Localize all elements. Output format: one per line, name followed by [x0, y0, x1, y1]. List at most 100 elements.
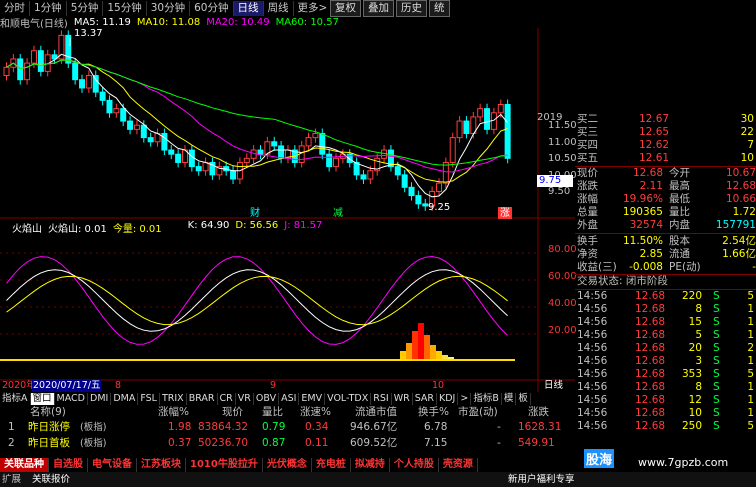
- indicator-tab-21[interactable]: 板: [516, 392, 531, 405]
- tab-7[interactable]: 周线: [264, 1, 294, 16]
- indicator-tab-12[interactable]: EMV: [299, 392, 326, 405]
- tick-time: 14:56: [577, 355, 608, 367]
- category-tab-4[interactable]: 1010牛股拉升: [186, 458, 263, 472]
- category-tab-5[interactable]: 光伏概念: [262, 458, 312, 472]
- tick-volume: 3: [695, 355, 702, 367]
- col-hs[interactable]: 换手%: [418, 405, 449, 419]
- indicator-tab-10[interactable]: OBV: [254, 392, 280, 405]
- indicator-tab-18[interactable]: >: [458, 392, 472, 405]
- indicator-tab-1[interactable]: 窗口: [30, 392, 55, 405]
- category-tab-0[interactable]: 关联品种: [0, 458, 49, 472]
- col-ltsz[interactable]: 流通市值: [355, 405, 397, 419]
- indicator-tab-8[interactable]: CR: [218, 392, 236, 405]
- list-row[interactable]: 1 昨日涨停 (板指) 1.98 83864.32 0.79 0.34 946.67亿 6.78…: [0, 420, 575, 435]
- tick-volume: 10: [688, 407, 702, 419]
- tick-time: 14:56: [577, 329, 608, 341]
- col-xj[interactable]: 现价: [222, 405, 243, 419]
- indicator-j: J: 81.57: [284, 220, 323, 231]
- indicator-tab-9[interactable]: VR: [236, 392, 254, 405]
- tick-row: 14:56 12.68 15 S 1: [575, 316, 756, 329]
- kdj-d-line: [6, 275, 508, 326]
- flame-baseline: [0, 359, 515, 361]
- tick-side: S: [713, 316, 720, 328]
- candle: [333, 157, 340, 168]
- quote-label: 内盘: [669, 219, 690, 231]
- indicator-tab-14[interactable]: RSI: [371, 392, 392, 405]
- category-tab-2[interactable]: 电气设备: [88, 458, 137, 472]
- flame-bar: [412, 331, 418, 361]
- tab-6[interactable]: 日线: [233, 1, 264, 16]
- indicator-tab-16[interactable]: SAR: [413, 392, 437, 405]
- cell-zs: 0.11: [305, 437, 329, 449]
- candle: [147, 137, 154, 143]
- category-tab-1[interactable]: 自选股: [49, 458, 88, 472]
- indicator-k: K: 64.90: [187, 220, 230, 231]
- indicator-tab-3[interactable]: DMI: [88, 392, 112, 405]
- tab-2[interactable]: 5分钟: [67, 1, 104, 16]
- col-syl[interactable]: 市盈(动): [458, 405, 498, 419]
- candle: [133, 124, 140, 130]
- tick-volume: 15: [688, 316, 702, 328]
- indicator-tab-0[interactable]: 指标A: [0, 392, 31, 405]
- category-tab-3[interactable]: 江苏板块: [137, 458, 186, 472]
- quote-label: 净资: [577, 248, 598, 260]
- indicator-tab-6[interactable]: TRIX: [160, 392, 187, 405]
- status-promo[interactable]: 新用户福利专享: [508, 472, 575, 487]
- col-lb[interactable]: 量比: [262, 405, 283, 419]
- tick-side: S: [713, 394, 720, 406]
- quote-label: 股本: [669, 235, 690, 247]
- bid-price: 12.65: [639, 126, 670, 138]
- candle: [271, 141, 278, 147]
- tab-3[interactable]: 15分钟: [103, 1, 147, 16]
- indicator-tab-15[interactable]: WR: [392, 392, 413, 405]
- ma60-label: MA60: 10.57: [275, 16, 339, 28]
- quote-panel: 买二 12.67 30 买三 12.65 22 买四 12.62 7 买五 12.61 10 现价 12.…: [575, 113, 756, 432]
- tick-side: S: [713, 342, 720, 354]
- indicator-tab-20[interactable]: 模: [502, 392, 517, 405]
- bid-price: 12.62: [639, 139, 670, 151]
- indicator-tab-17[interactable]: KDJ: [437, 392, 459, 405]
- col-zt[interactable]: 涨跌: [528, 405, 549, 419]
- indicator-tab-13[interactable]: VOL-TDX: [325, 392, 372, 405]
- event-jian: 减: [333, 207, 343, 219]
- quote-label: 量比: [669, 206, 690, 218]
- quote-label: 换手: [577, 235, 598, 247]
- tick-price: 12.68: [635, 420, 666, 432]
- indicator-tab-11[interactable]: ASI: [279, 392, 300, 405]
- candle: [127, 120, 134, 130]
- indicator-tab-5[interactable]: FSL: [138, 392, 160, 405]
- category-tab-9[interactable]: 壳资源: [438, 458, 478, 472]
- quote-label: 涨幅: [577, 193, 598, 205]
- col-zf[interactable]: 涨幅%: [158, 405, 189, 419]
- category-tab-7[interactable]: 拟减持: [350, 458, 390, 472]
- col-zs[interactable]: 涨速%: [300, 405, 331, 419]
- candle: [415, 195, 422, 205]
- quote-value: 1.66亿: [722, 248, 756, 260]
- list-row[interactable]: 2 昨日首板 (板指) 0.37 50236.70 0.87 0.11 609.52亿 7.15…: [0, 436, 575, 451]
- status-related[interactable]: 关联报价: [32, 472, 70, 487]
- indicator-tab-19[interactable]: 指标B: [471, 392, 502, 405]
- tab-5[interactable]: 60分钟: [190, 1, 234, 16]
- status-expand[interactable]: 扩展: [2, 472, 21, 487]
- quote-label: 最低: [669, 193, 690, 205]
- candle: [243, 157, 250, 163]
- kline-chart[interactable]: 13.37 9.25 财 减 涨: [0, 28, 575, 392]
- col-name[interactable]: 名称(9): [30, 405, 66, 419]
- tick-side: S: [713, 407, 720, 419]
- indicator-tab-2[interactable]: MACD: [55, 392, 88, 405]
- quote-row: 涨跌 2.11 最高 12.68: [575, 180, 756, 193]
- indicator-name: 火焰山: [12, 224, 42, 235]
- indicator-tab-7[interactable]: BRAR: [187, 392, 218, 405]
- indicator-vol: 今量: 0.01: [112, 224, 162, 235]
- indicator-tab-4[interactable]: DMA: [111, 392, 139, 405]
- ma5-label: MA5: 11.19: [73, 16, 131, 28]
- candle: [305, 137, 312, 147]
- tick-row: 14:56 12.68 250 S 5: [575, 420, 756, 433]
- tab-4[interactable]: 30分钟: [147, 1, 191, 16]
- tick-count: 1: [747, 407, 754, 419]
- category-tab-8[interactable]: 个人持股: [389, 458, 439, 472]
- quote-value: 190365: [622, 206, 663, 218]
- candle: [188, 149, 195, 168]
- tab-8[interactable]: 更多>: [294, 1, 333, 16]
- category-tab-6[interactable]: 充电桩: [311, 458, 351, 472]
